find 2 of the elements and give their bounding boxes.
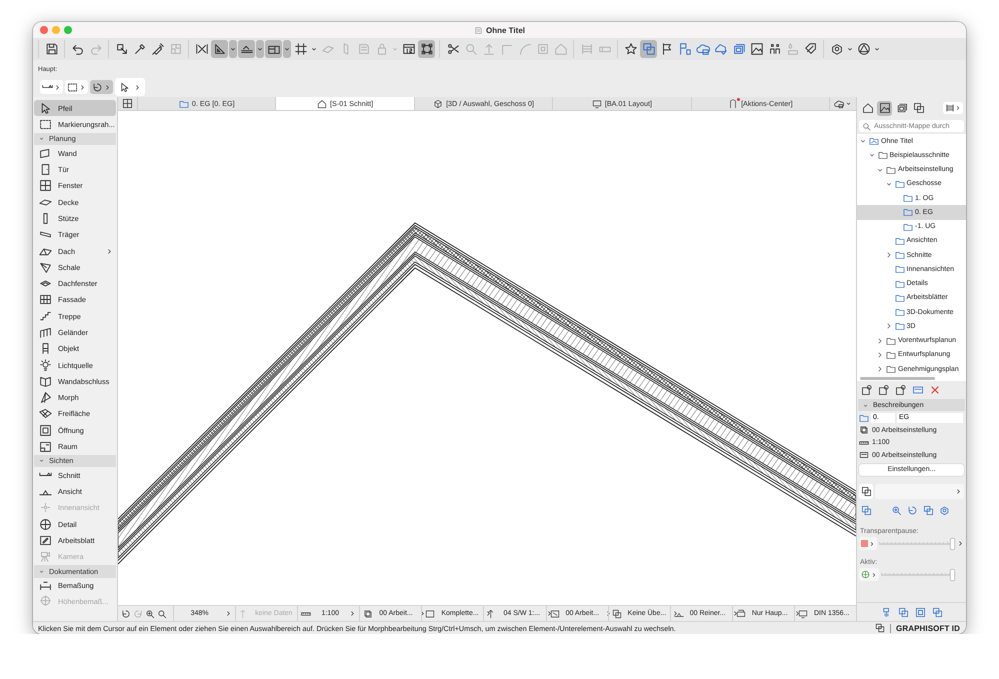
window-title: Ohne Titel	[486, 26, 525, 34]
brand-link[interactable]: GRAPHISOFT ID	[890, 624, 960, 632]
